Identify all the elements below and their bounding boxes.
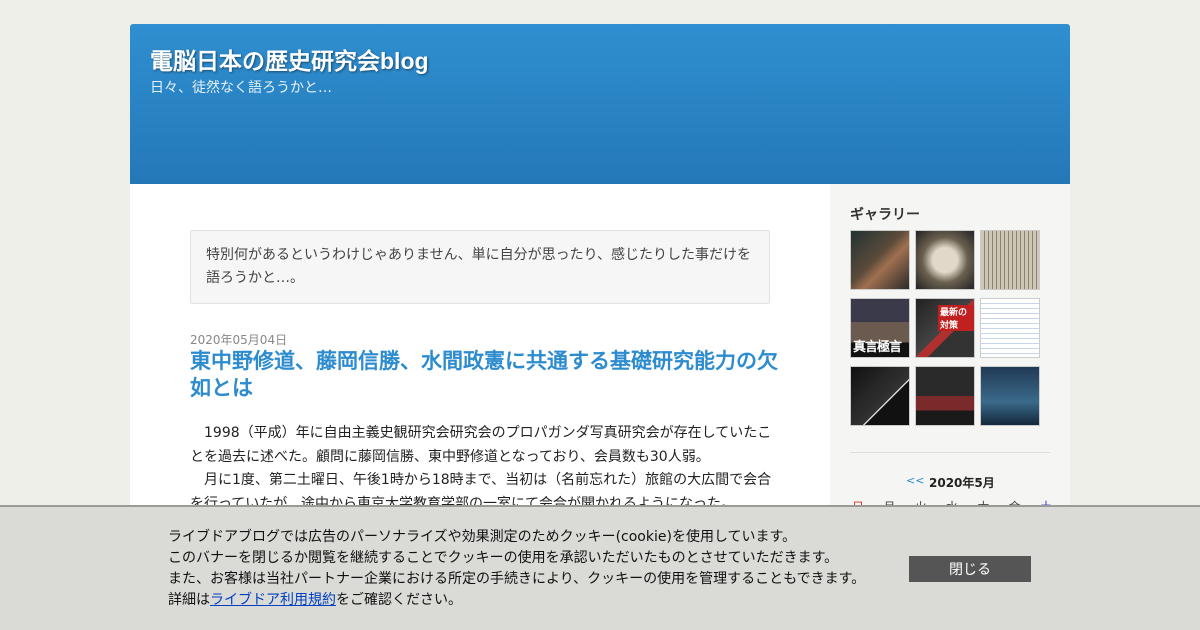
- post-date: 2020年05月04日: [190, 333, 288, 347]
- sidebar-divider: [850, 452, 1050, 453]
- gallery-thumbnail[interactable]: [915, 366, 975, 426]
- blog-header: 電脳日本の歴史研究会blog 日々、徒然なく語ろうかと…: [130, 24, 1070, 184]
- gallery-thumbnail[interactable]: 真言極言: [850, 298, 910, 358]
- terms-link[interactable]: ライブドア利用規約: [210, 592, 336, 608]
- gallery-thumbnail[interactable]: [980, 230, 1040, 290]
- cookie-line: また、お客様は当社パートナー企業における所定の手続きにより、クッキーの使用を管理…: [168, 571, 866, 587]
- cookie-detail-line: 詳細はライブドア利用規約をご確認ください。: [168, 590, 865, 611]
- blog-description: 日々、徒然なく語ろうかと…: [150, 80, 332, 96]
- thumbnail-caption: 真言極言: [853, 340, 902, 355]
- cookie-banner: ライブドアブログでは広告のパーソナライズや効果測定のためクッキー(cookie)…: [0, 505, 1200, 630]
- calendar-month: 2020年5月: [929, 476, 995, 490]
- cookie-detail-suffix: をご確認ください。: [336, 592, 462, 608]
- cookie-line: ライブドアブログでは広告のパーソナライズや効果測定のためクッキー(cookie)…: [168, 529, 797, 545]
- gallery-thumbnail[interactable]: [980, 298, 1040, 358]
- cookie-close-button[interactable]: 閉じる: [909, 556, 1031, 582]
- blog-title[interactable]: 電脳日本の歴史研究会blog: [150, 42, 429, 76]
- post-title[interactable]: 東中野修道、藤岡信勝、水間政憲に共通する基礎研究能力の欠如とは: [190, 348, 780, 402]
- gallery-heading: ギャラリー: [850, 207, 920, 223]
- gallery-thumbnail[interactable]: [850, 366, 910, 426]
- cookie-text: ライブドアブログでは広告のパーソナライズや効果測定のためクッキー(cookie)…: [168, 527, 865, 611]
- gallery-thumbnail[interactable]: [980, 366, 1040, 426]
- gallery-thumbnail[interactable]: [850, 230, 910, 290]
- calendar-prev-link[interactable]: <<: [906, 474, 924, 487]
- gallery-thumbnail[interactable]: [915, 230, 975, 290]
- post-paragraph: 1998（平成）年に自由主義史観研究会研究会のプロパガンダ写真研究会が存在してい…: [190, 425, 772, 465]
- cookie-detail-prefix: 詳細は: [168, 592, 210, 608]
- intro-box: 特別何があるというわけじゃありません、単に自分が思ったり、感じたりした事だけを語…: [190, 230, 770, 304]
- gallery-thumbnail[interactable]: 最新の対策: [915, 298, 975, 358]
- gallery-grid: 真言極言 最新の対策: [850, 230, 1050, 426]
- post-body: 1998（平成）年に自由主義史観研究会研究会のプロパガンダ写真研究会が存在してい…: [190, 422, 772, 516]
- cookie-line: このバナーを閉じるか閲覧を継続することでクッキーの使用を承認いただいたものとさせ…: [168, 550, 839, 566]
- thumbnail-tag: 最新の対策: [938, 305, 974, 331]
